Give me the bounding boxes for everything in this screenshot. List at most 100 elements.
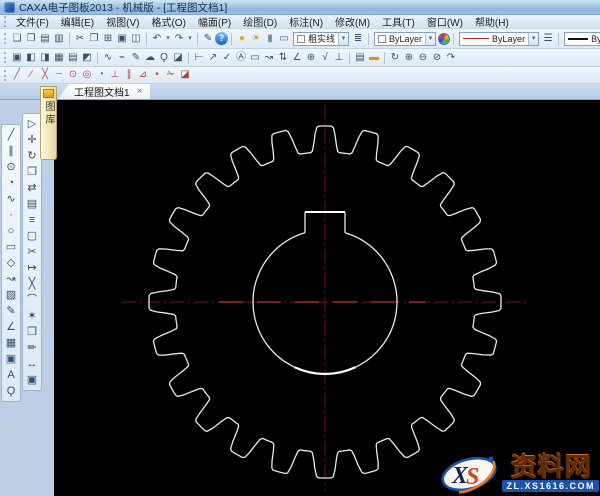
draw-block-icon[interactable]: ▣ xyxy=(3,351,19,367)
dim-angle-icon[interactable]: ∠ xyxy=(290,51,304,65)
menu-item-8[interactable]: 工具(T) xyxy=(376,14,421,29)
dim-box-icon[interactable]: ▭ xyxy=(248,51,262,65)
ruler-icon[interactable]: ▤ xyxy=(353,51,367,65)
title-block-icon[interactable]: ◨ xyxy=(38,51,52,65)
menu-item-10[interactable]: 帮助(H) xyxy=(469,14,515,29)
draw-arc-icon[interactable]: ◔ xyxy=(3,175,19,191)
drawing-canvas[interactable]: X S 资料网 ZL.XS1616.COM xyxy=(54,100,600,496)
dim-roughness-icon[interactable]: √ xyxy=(318,51,332,65)
modify-stretch-icon[interactable]: ↔ xyxy=(24,356,40,372)
snap-frame-icon[interactable]: ◪ xyxy=(178,68,192,82)
menu-item-7[interactable]: 修改(M) xyxy=(329,14,376,29)
magnifier-icon[interactable]: Ϙ xyxy=(157,51,171,65)
redo-dropdown-icon[interactable]: ▾ xyxy=(186,32,194,46)
undo-dropdown-icon[interactable]: ▾ xyxy=(164,32,172,46)
modify-image-icon[interactable]: ▣ xyxy=(24,372,40,388)
chevron-down-icon[interactable]: ▾ xyxy=(528,33,538,45)
modify-extend-icon[interactable]: ↦ xyxy=(24,260,40,276)
draw-text-icon[interactable]: A xyxy=(3,367,19,383)
modify-select-icon[interactable]: ▷ xyxy=(24,116,40,132)
drawing-svg[interactable] xyxy=(54,100,600,496)
menu-item-1[interactable]: 编辑(E) xyxy=(55,14,100,29)
paste-special-icon[interactable]: ◫ xyxy=(129,32,143,46)
sketch-pen-icon[interactable]: ✎ xyxy=(129,51,143,65)
new-document-icon[interactable]: ❏ xyxy=(10,32,24,46)
table-icon[interactable]: ▦ xyxy=(52,51,66,65)
zoom-out-icon[interactable]: ⊖ xyxy=(416,51,430,65)
draw-rectangle-icon[interactable]: ▭ xyxy=(3,239,19,255)
menu-item-4[interactable]: 幅面(P) xyxy=(192,14,237,29)
revision-cloud-icon[interactable]: ☁ xyxy=(143,51,157,65)
parts-list-icon[interactable]: ▤ xyxy=(66,51,80,65)
modify-break-icon[interactable]: ╳ xyxy=(24,276,40,292)
modify-fillet-icon[interactable]: ⌒ xyxy=(24,292,40,308)
snap-line-angle-icon[interactable]: ∕ xyxy=(24,68,38,82)
modify-copy-icon[interactable]: ❐ xyxy=(24,164,40,180)
cut-icon[interactable]: ✂ xyxy=(73,32,87,46)
modify-paste-icon[interactable]: ❒ xyxy=(24,324,40,340)
draw-point-icon[interactable]: · xyxy=(3,207,19,223)
dim-tolerance-icon[interactable]: ⊕ xyxy=(304,51,318,65)
draw-chamfer-icon[interactable]: ∠ xyxy=(3,319,19,335)
layer-freeze-icon[interactable]: ☀ xyxy=(249,32,263,46)
draw-polygon-icon[interactable]: ◇ xyxy=(3,255,19,271)
color-select[interactable]: ByLayer ▾ xyxy=(374,32,436,46)
snap-point-icon[interactable]: • xyxy=(150,68,164,82)
draw-curve-icon[interactable]: ↝ xyxy=(3,271,19,287)
lineweight-select[interactable]: ByLayer xyxy=(564,32,600,46)
paste-icon[interactable]: ▣ xyxy=(115,32,129,46)
dim-ordinate-icon[interactable]: ⇅ xyxy=(276,51,290,65)
draw-hatch-icon[interactable]: ▨ xyxy=(3,287,19,303)
zoom-window-icon[interactable]: ⊘ xyxy=(430,51,444,65)
curve-icon[interactable]: ∿ xyxy=(101,51,115,65)
draw-circle-icon[interactable]: ⊙ xyxy=(3,159,19,175)
close-icon[interactable]: × xyxy=(137,87,143,97)
menu-item-6[interactable]: 标注(N) xyxy=(283,14,329,29)
open-document-icon[interactable]: ❐ xyxy=(24,32,38,46)
print-icon[interactable]: ▥ xyxy=(52,32,66,46)
drawing-frame-icon[interactable]: ◧ xyxy=(24,51,38,65)
draw-spline-icon[interactable]: ∿ xyxy=(3,191,19,207)
draw-parallel-icon[interactable]: ∥ xyxy=(3,143,19,159)
linetype-manager-icon[interactable]: ☰ xyxy=(541,32,555,46)
redraw-icon[interactable]: ↻ xyxy=(388,51,402,65)
node-edit-icon[interactable]: ⌁ xyxy=(115,51,129,65)
copy-icon[interactable]: ❒ xyxy=(87,32,101,46)
copy-with-basepoint-icon[interactable]: ⊞ xyxy=(101,32,115,46)
draw-ellipse-icon[interactable]: ○ xyxy=(3,223,19,239)
modify-mirror-icon[interactable]: ⇄ xyxy=(24,180,40,196)
snap-arc-icon[interactable]: ◔ xyxy=(94,68,108,82)
color-bar-icon[interactable]: ▬ xyxy=(367,51,381,65)
layer-select[interactable]: 粗实线 ▾ xyxy=(293,32,349,46)
linetype-select[interactable]: ByLayer ▾ xyxy=(459,32,539,46)
snap-perpendicular-icon[interactable]: ⊥ xyxy=(108,68,122,82)
draw-line-icon[interactable]: ╱ xyxy=(3,127,19,143)
snap-block-icon[interactable]: ⊿ xyxy=(136,68,150,82)
viewport-icon[interactable]: ◪ xyxy=(171,51,185,65)
snap-dash-icon[interactable]: ┄ xyxy=(52,68,66,82)
menu-item-5[interactable]: 绘图(D) xyxy=(237,14,283,29)
modify-array-icon[interactable]: ▤ xyxy=(24,196,40,212)
properties-icon[interactable]: ✎ xyxy=(201,32,215,46)
dim-check-icon[interactable]: ✓ xyxy=(220,51,234,65)
modify-trim-icon[interactable]: ✂ xyxy=(24,244,40,260)
snap-intersection-icon[interactable]: ╳ xyxy=(38,68,52,82)
library-flyout-tab[interactable]: 图库 xyxy=(40,86,57,160)
draw-sketch-icon[interactable]: ✎ xyxy=(3,303,19,319)
dim-linear-icon[interactable]: ⊢ xyxy=(192,51,206,65)
dim-arc-icon[interactable]: ↝ xyxy=(262,51,276,65)
dim-leader-icon[interactable]: ↗ xyxy=(206,51,220,65)
modify-rotate-icon[interactable]: ↻ xyxy=(24,148,40,164)
modify-explode-icon[interactable]: ✶ xyxy=(24,308,40,324)
frame-edit-icon[interactable]: ◩ xyxy=(80,51,94,65)
layer-lock-icon[interactable]: ▮ xyxy=(263,32,277,46)
help-icon[interactable]: ? xyxy=(215,32,228,45)
color-palette-icon[interactable] xyxy=(438,33,450,45)
modify-edit-icon[interactable]: ✏ xyxy=(24,340,40,356)
snap-circle-center-icon[interactable]: ⊙ xyxy=(66,68,80,82)
dim-weld-icon[interactable]: ⊥ xyxy=(332,51,346,65)
modify-move-icon[interactable]: ✛ xyxy=(24,132,40,148)
modify-offset-icon[interactable]: ≡ xyxy=(24,212,40,228)
menu-item-3[interactable]: 格式(O) xyxy=(145,14,191,29)
snap-line-two-point-icon[interactable]: ╱ xyxy=(10,68,24,82)
